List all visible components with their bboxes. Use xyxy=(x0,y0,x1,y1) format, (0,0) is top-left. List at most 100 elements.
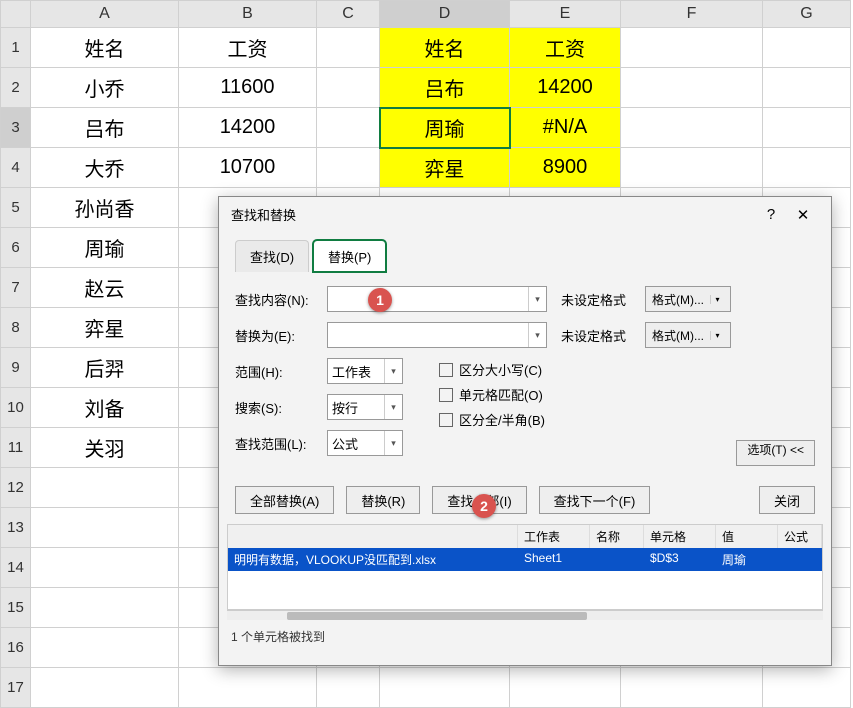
cell[interactable]: #N/A xyxy=(510,108,621,148)
cell[interactable] xyxy=(31,588,179,628)
chevron-down-icon[interactable]: ▾ xyxy=(384,359,402,383)
row-header-10[interactable]: 10 xyxy=(1,388,31,428)
cell[interactable] xyxy=(317,668,380,708)
cell[interactable] xyxy=(317,68,380,108)
chevron-down-icon[interactable]: ▾ xyxy=(528,287,546,311)
cell[interactable]: 刘备 xyxy=(31,388,179,428)
cell[interactable]: 小乔 xyxy=(31,68,179,108)
match-whole-checkbox[interactable]: 单元格匹配(O) xyxy=(439,385,545,404)
col-header-A[interactable]: A xyxy=(31,1,179,28)
cell[interactable] xyxy=(380,668,510,708)
results-scrollbar[interactable] xyxy=(227,610,823,620)
lookin-select[interactable]: 公式▾ xyxy=(327,430,403,456)
col-header-D[interactable]: D xyxy=(380,1,510,28)
cell[interactable]: 11600 xyxy=(179,68,317,108)
cell[interactable] xyxy=(317,108,380,148)
cell-active[interactable]: 周瑜 xyxy=(380,108,510,148)
row-header-5[interactable]: 5 xyxy=(1,188,31,228)
tab-find[interactable]: 查找(D) xyxy=(235,240,309,272)
cell[interactable] xyxy=(621,148,763,188)
cell[interactable]: 工资 xyxy=(510,28,621,68)
col-header-C[interactable]: C xyxy=(317,1,380,28)
close-icon[interactable]: ✕ xyxy=(787,206,819,224)
cell[interactable]: 赵云 xyxy=(31,268,179,308)
select-all-corner[interactable] xyxy=(1,1,31,28)
replace-input[interactable]: ▾ xyxy=(327,322,547,348)
chevron-down-icon[interactable]: ▾ xyxy=(384,395,402,419)
cell[interactable] xyxy=(763,148,851,188)
row-header-17[interactable]: 17 xyxy=(1,668,31,708)
format-button[interactable]: 格式(M)...▾ xyxy=(645,322,731,348)
col-header-F[interactable]: F xyxy=(621,1,763,28)
col-header-B[interactable]: B xyxy=(179,1,317,28)
row-header-9[interactable]: 9 xyxy=(1,348,31,388)
cell[interactable]: 工资 xyxy=(179,28,317,68)
cell[interactable] xyxy=(31,468,179,508)
help-button[interactable]: ? xyxy=(755,206,787,223)
cell[interactable] xyxy=(763,28,851,68)
format-button[interactable]: 格式(M)...▾ xyxy=(645,286,731,312)
cell[interactable]: 8900 xyxy=(510,148,621,188)
cell[interactable] xyxy=(317,148,380,188)
cell[interactable]: 14200 xyxy=(179,108,317,148)
results-list[interactable]: 工作表 名称 单元格 值 公式 明明有数据，VLOOKUP没匹配到.xlsx S… xyxy=(227,524,823,610)
row-header-13[interactable]: 13 xyxy=(1,508,31,548)
cell[interactable] xyxy=(510,668,621,708)
col-header-E[interactable]: E xyxy=(510,1,621,28)
cell[interactable] xyxy=(763,68,851,108)
cell[interactable] xyxy=(31,668,179,708)
replace-button[interactable]: 替换(R) xyxy=(346,486,420,514)
chevron-down-icon[interactable]: ▾ xyxy=(710,331,724,340)
row-header-3[interactable]: 3 xyxy=(1,108,31,148)
row-header-7[interactable]: 7 xyxy=(1,268,31,308)
cell[interactable]: 孙尚香 xyxy=(31,188,179,228)
scrollbar-thumb[interactable] xyxy=(287,612,587,620)
cell[interactable] xyxy=(621,28,763,68)
row-header-2[interactable]: 2 xyxy=(1,68,31,108)
search-select[interactable]: 按行▾ xyxy=(327,394,403,420)
cell[interactable] xyxy=(31,628,179,668)
cell[interactable]: 弈星 xyxy=(31,308,179,348)
cell[interactable] xyxy=(621,68,763,108)
row-header-8[interactable]: 8 xyxy=(1,308,31,348)
close-button[interactable]: 关闭 xyxy=(759,486,815,514)
row-header-16[interactable]: 16 xyxy=(1,628,31,668)
options-toggle-button[interactable]: 选项(T) << xyxy=(736,440,815,466)
dialog-titlebar[interactable]: 查找和替换 ? ✕ xyxy=(219,197,831,232)
cell[interactable]: 吕布 xyxy=(31,108,179,148)
cell[interactable] xyxy=(621,108,763,148)
cell[interactable]: 姓名 xyxy=(31,28,179,68)
cell[interactable] xyxy=(179,668,317,708)
col-header-G[interactable]: G xyxy=(763,1,851,28)
cell[interactable]: 14200 xyxy=(510,68,621,108)
scope-select[interactable]: 工作表▾ xyxy=(327,358,403,384)
chevron-down-icon[interactable]: ▾ xyxy=(528,323,546,347)
result-row[interactable]: 明明有数据，VLOOKUP没匹配到.xlsx Sheet1 $D$3 周瑜 xyxy=(228,548,822,571)
row-header-6[interactable]: 6 xyxy=(1,228,31,268)
cell[interactable] xyxy=(621,668,763,708)
chevron-down-icon[interactable]: ▾ xyxy=(710,295,724,304)
row-header-12[interactable]: 12 xyxy=(1,468,31,508)
cell[interactable] xyxy=(317,28,380,68)
cell[interactable]: 后羿 xyxy=(31,348,179,388)
row-header-4[interactable]: 4 xyxy=(1,148,31,188)
cell[interactable]: 大乔 xyxy=(31,148,179,188)
replace-all-button[interactable]: 全部替换(A) xyxy=(235,486,334,514)
row-header-14[interactable]: 14 xyxy=(1,548,31,588)
row-header-1[interactable]: 1 xyxy=(1,28,31,68)
tab-replace[interactable]: 替换(P) xyxy=(313,240,386,272)
cell[interactable]: 关羽 xyxy=(31,428,179,468)
cell[interactable] xyxy=(31,548,179,588)
row-header-15[interactable]: 15 xyxy=(1,588,31,628)
chevron-down-icon[interactable]: ▾ xyxy=(384,431,402,455)
cell[interactable]: 弈星 xyxy=(380,148,510,188)
cell[interactable]: 周瑜 xyxy=(31,228,179,268)
cell[interactable] xyxy=(763,668,851,708)
cell[interactable] xyxy=(31,508,179,548)
match-case-checkbox[interactable]: 区分大小写(C) xyxy=(439,360,545,379)
cell[interactable]: 吕布 xyxy=(380,68,510,108)
find-input[interactable]: ▾ xyxy=(327,286,547,312)
cell[interactable]: 姓名 xyxy=(380,28,510,68)
cell[interactable]: 10700 xyxy=(179,148,317,188)
row-header-11[interactable]: 11 xyxy=(1,428,31,468)
